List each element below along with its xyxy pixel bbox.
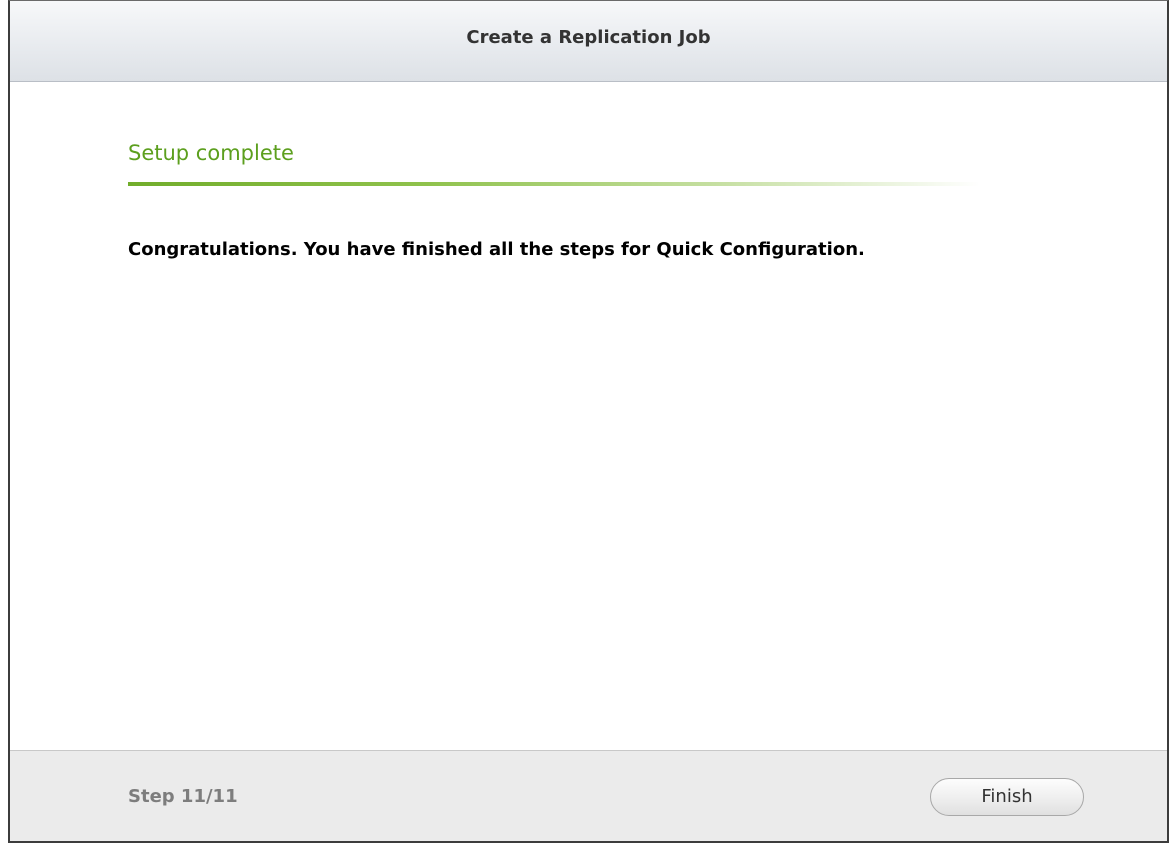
dialog-footer: Step 11/11 Finish	[10, 750, 1167, 841]
dialog-content: Setup complete Congratulations. You have…	[10, 82, 1167, 752]
completion-message: Congratulations. You have finished all t…	[128, 239, 865, 260]
dialog-titlebar: Create a Replication Job	[10, 1, 1167, 82]
section-heading: Setup complete	[128, 141, 294, 165]
replication-job-dialog: Create a Replication Job Setup complete …	[8, 0, 1169, 843]
step-indicator: Step 11/11	[128, 786, 238, 807]
dialog-title: Create a Replication Job	[466, 27, 711, 48]
section-divider	[128, 182, 980, 186]
finish-button[interactable]: Finish	[930, 778, 1084, 816]
